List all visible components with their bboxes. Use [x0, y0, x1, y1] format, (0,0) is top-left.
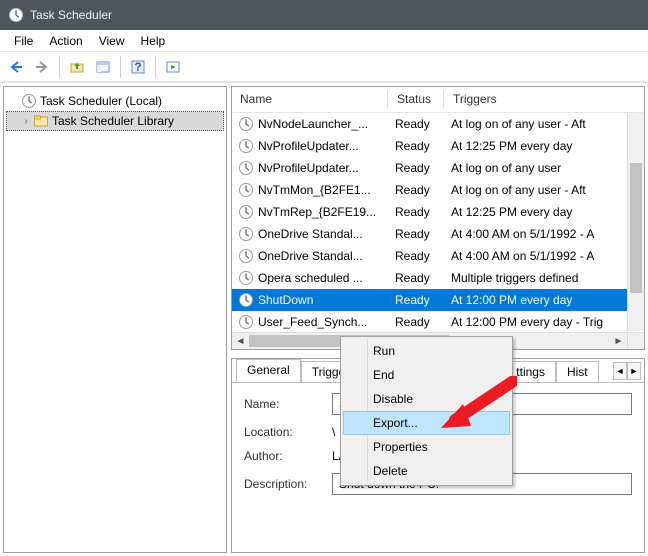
pane-button[interactable]	[91, 55, 115, 79]
tab-scroll-left[interactable]: ◄	[613, 362, 627, 380]
tree-root-label: Task Scheduler (Local)	[40, 94, 162, 108]
scroll-right-icon[interactable]: ►	[610, 333, 627, 350]
menu-bar: File Action View Help	[0, 30, 648, 52]
tab-history[interactable]: Hist	[556, 361, 599, 382]
cell-triggers: At 4:00 AM on 5/1/1992 - A	[445, 227, 644, 241]
cell-name: NvProfileUpdater...	[232, 160, 389, 176]
forward-button[interactable]	[30, 55, 54, 79]
tree-root[interactable]: Task Scheduler (Local)	[6, 91, 224, 111]
column-triggers[interactable]: Triggers	[445, 87, 644, 112]
table-row[interactable]: NvTmRep_{B2FE19...ReadyAt 12:25 PM every…	[232, 201, 644, 223]
cell-triggers: At 4:00 AM on 5/1/1992 - A	[445, 249, 644, 263]
tab-settings[interactable]: ttings	[506, 361, 556, 382]
task-list-body[interactable]: NvNodeLauncher_...ReadyAt log on of any …	[232, 113, 644, 349]
table-row[interactable]: NvProfileUpdater...ReadyAt 12:25 PM ever…	[232, 135, 644, 157]
main-area: Task Scheduler (Local) › Task Scheduler …	[0, 82, 648, 556]
cell-status: Ready	[389, 205, 445, 219]
cell-name: OneDrive Standal...	[232, 226, 389, 242]
cell-triggers: At log on of any user	[445, 161, 644, 175]
cell-name: NvNodeLauncher_...	[232, 116, 389, 132]
context-item-end[interactable]: End	[343, 363, 510, 387]
cell-name: NvTmRep_{B2FE19...	[232, 204, 389, 220]
scroll-left-icon[interactable]: ◄	[232, 333, 249, 350]
window-title: Task Scheduler	[30, 8, 112, 22]
context-item-disable[interactable]: Disable	[343, 387, 510, 411]
cell-status: Ready	[389, 315, 445, 329]
help-button[interactable]: ?	[126, 55, 150, 79]
context-menu[interactable]: RunEndDisableExport...PropertiesDelete	[340, 336, 513, 486]
cell-name: Opera scheduled ...	[232, 270, 389, 286]
name-label: Name:	[244, 397, 326, 411]
author-label: Author:	[244, 449, 326, 463]
cell-triggers: Multiple triggers defined	[445, 271, 644, 285]
scheduler-icon	[21, 93, 37, 109]
svg-text:?: ?	[134, 60, 141, 74]
cell-triggers: At log on of any user - Aft	[445, 117, 644, 131]
table-row[interactable]: Opera scheduled ...ReadyMultiple trigger…	[232, 267, 644, 289]
cell-triggers: At log on of any user - Aft	[445, 183, 644, 197]
table-row[interactable]: NvTmMon_{B2FE1...ReadyAt log on of any u…	[232, 179, 644, 201]
scrollbar-thumb[interactable]	[630, 163, 642, 293]
tab-spinner: ◄ ►	[613, 359, 644, 382]
table-row[interactable]: OneDrive Standal...ReadyAt 4:00 AM on 5/…	[232, 245, 644, 267]
tree-library[interactable]: › Task Scheduler Library	[6, 111, 224, 131]
menu-action[interactable]: Action	[41, 32, 90, 50]
cell-name: ShutDown	[232, 292, 389, 308]
cell-status: Ready	[389, 227, 445, 241]
context-item-delete[interactable]: Delete	[343, 459, 510, 483]
cell-status: Ready	[389, 249, 445, 263]
cell-triggers: At 12:25 PM every day	[445, 205, 644, 219]
table-row[interactable]: NvProfileUpdater...ReadyAt log on of any…	[232, 157, 644, 179]
table-row[interactable]: User_Feed_Synch...ReadyAt 12:00 PM every…	[232, 311, 644, 333]
folder-icon	[33, 113, 49, 129]
title-bar: Task Scheduler	[0, 0, 648, 30]
menu-help[interactable]: Help	[133, 32, 174, 50]
tree-pane[interactable]: Task Scheduler (Local) › Task Scheduler …	[3, 86, 227, 553]
cell-name: NvTmMon_{B2FE1...	[232, 182, 389, 198]
location-label: Location:	[244, 425, 326, 439]
table-row[interactable]: ShutDownReadyAt 12:00 PM every day	[232, 289, 644, 311]
cell-triggers: At 12:00 PM every day - Trig	[445, 315, 644, 329]
scroll-corner	[627, 332, 644, 349]
context-item-run[interactable]: Run	[343, 339, 510, 363]
folder-up-button[interactable]	[65, 55, 89, 79]
task-list[interactable]: Name Status Triggers NvNodeLauncher_...R…	[231, 86, 645, 350]
column-name[interactable]: Name	[232, 87, 389, 112]
app-icon	[8, 7, 24, 23]
tree-library-label: Task Scheduler Library	[52, 114, 174, 128]
context-item-export[interactable]: Export...	[343, 411, 510, 435]
cell-name: OneDrive Standal...	[232, 248, 389, 264]
run-pane-button[interactable]	[161, 55, 185, 79]
back-button[interactable]	[4, 55, 28, 79]
vertical-scrollbar[interactable]	[627, 113, 644, 331]
description-label: Description:	[244, 477, 326, 491]
cell-name: User_Feed_Synch...	[232, 314, 389, 330]
cell-triggers: At 12:25 PM every day	[445, 139, 644, 153]
table-row[interactable]: OneDrive Standal...ReadyAt 4:00 AM on 5/…	[232, 223, 644, 245]
cell-status: Ready	[389, 293, 445, 307]
cell-status: Ready	[389, 183, 445, 197]
column-status[interactable]: Status	[389, 87, 445, 112]
cell-status: Ready	[389, 117, 445, 131]
context-item-properties[interactable]: Properties	[343, 435, 510, 459]
table-row[interactable]: NvNodeLauncher_...ReadyAt log on of any …	[232, 113, 644, 135]
cell-status: Ready	[389, 139, 445, 153]
tab-general[interactable]: General	[236, 359, 301, 382]
cell-name: NvProfileUpdater...	[232, 138, 389, 154]
toolbar: ?	[0, 52, 648, 82]
cell-triggers: At 12:00 PM every day	[445, 293, 644, 307]
expand-icon[interactable]: ›	[20, 116, 32, 127]
cell-status: Ready	[389, 161, 445, 175]
task-list-header: Name Status Triggers	[232, 87, 644, 113]
menu-view[interactable]: View	[91, 32, 133, 50]
tab-scroll-right[interactable]: ►	[627, 362, 641, 380]
menu-file[interactable]: File	[6, 32, 41, 50]
cell-status: Ready	[389, 271, 445, 285]
